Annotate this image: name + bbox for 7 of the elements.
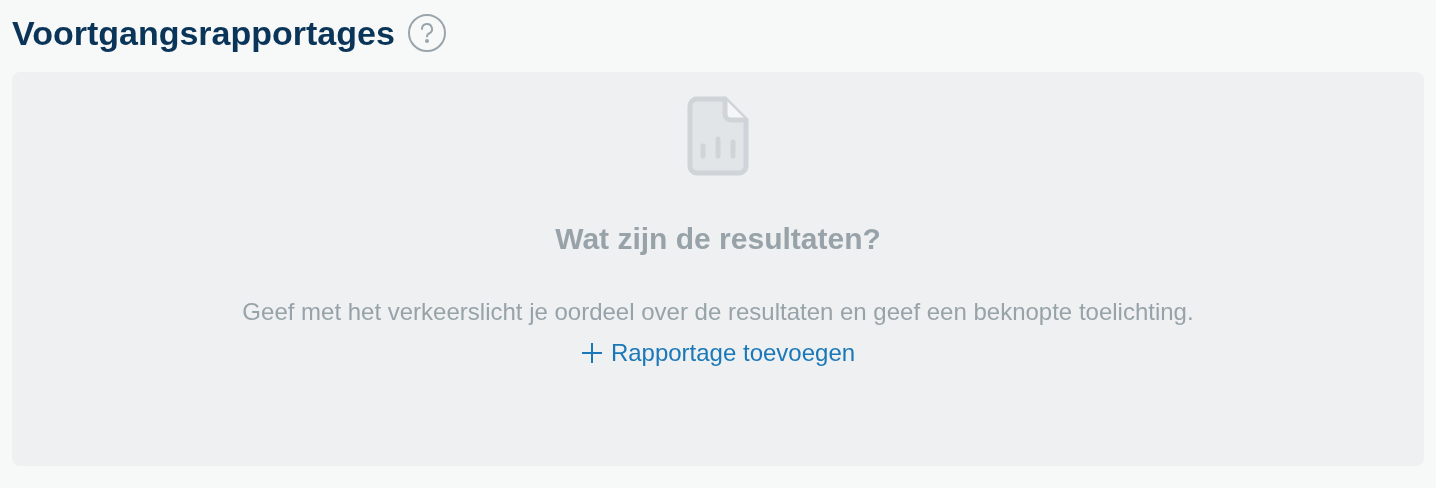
section-title: Voortgangsrapportages	[12, 16, 395, 50]
empty-state-description: Geef met het verkeerslicht je oordeel over de resultaten en geef een beknopte toelichting.	[241, 297, 1195, 327]
add-report-link[interactable]: Rapportage toevoegen	[580, 335, 856, 371]
report-document-icon	[687, 96, 749, 176]
plus-icon	[580, 342, 603, 364]
help-icon[interactable]	[406, 13, 447, 53]
empty-state-heading: Wat zijn de resultaten?	[555, 221, 881, 257]
